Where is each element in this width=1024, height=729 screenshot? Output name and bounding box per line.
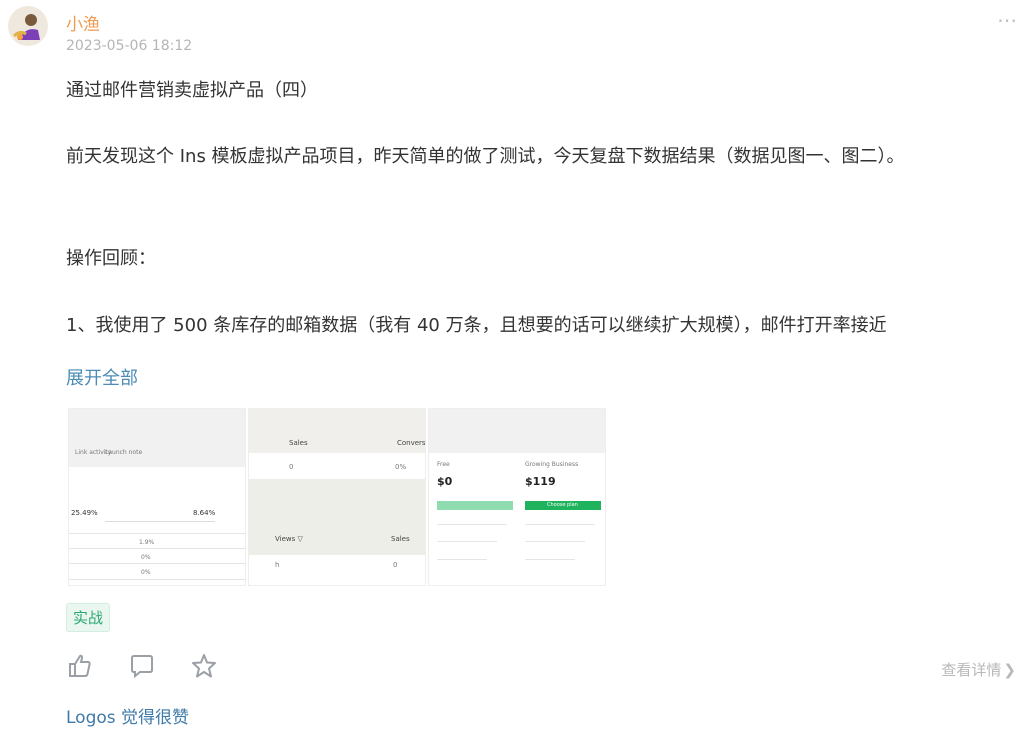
thumb1-stat-1: 25.49% xyxy=(71,509,98,517)
thumb2-label-6: Sales xyxy=(391,535,410,543)
thumb2-label-8: 0 xyxy=(393,561,398,569)
thumb2-label-5: Views ▽ xyxy=(275,535,303,543)
more-options-icon[interactable]: ⋯ xyxy=(997,8,1018,32)
thumb2-label-3: 0 xyxy=(289,463,294,471)
expand-all-link[interactable]: 展开全部 xyxy=(66,364,138,390)
thumb1-stat-5: 0% xyxy=(141,569,151,576)
thumb2-label-2: Conversi xyxy=(397,439,426,447)
thumb1-label-2: Launch note xyxy=(105,449,143,456)
thumbnail-3[interactable]: Free $0 Growing Business $119 Choose pla… xyxy=(428,408,606,586)
post-actions xyxy=(66,652,218,680)
post-paragraph-3: 1、我使用了 500 条库存的邮箱数据（我有 40 万条，且想要的话可以继续扩大… xyxy=(66,315,887,336)
post-paragraph-2: 操作回顾： xyxy=(66,248,156,269)
thumb2-label-7: h xyxy=(275,561,280,569)
avatar[interactable] xyxy=(8,6,48,46)
image-thumbnails: Link activity Launch note 25.49% 8.64% 1… xyxy=(68,408,606,586)
topic-tag[interactable]: 实战 xyxy=(66,603,111,632)
thumb2-label-1: Sales xyxy=(289,439,308,447)
author-name[interactable]: 小渔 xyxy=(66,10,100,35)
thumb3-label-3: Growing Business xyxy=(525,461,579,468)
thumb3-label-2: $0 xyxy=(437,475,453,488)
thumbnail-1[interactable]: Link activity Launch note 25.49% 8.64% 1… xyxy=(68,408,246,586)
thumb1-stat-4: 0% xyxy=(141,554,151,561)
thumbs-up-icon[interactable] xyxy=(66,652,94,680)
likes-summary[interactable]: Logos 觉得很赞 xyxy=(66,703,189,728)
thumb3-label-1: Free xyxy=(437,461,450,468)
thumb1-stat-3: 1.9% xyxy=(139,539,155,546)
thumb2-label-4: 0% xyxy=(395,463,407,471)
view-details-link[interactable]: 查看详情 ❯ xyxy=(941,659,1016,680)
star-icon[interactable] xyxy=(190,652,218,680)
thumbnail-2[interactable]: Sales Conversi 0 0% Views ▽ Sales h 0 xyxy=(248,408,426,586)
view-details-label: 查看详情 xyxy=(941,661,1002,679)
thumb3-button-label: Choose plan xyxy=(547,502,578,508)
comment-icon[interactable] xyxy=(128,652,156,680)
post-title: 通过邮件营销卖虚拟产品（四） xyxy=(66,80,318,101)
thumb3-label-4: $119 xyxy=(525,475,556,488)
post-timestamp: 2023-05-06 18:12 xyxy=(66,38,193,54)
thumb1-stat-2: 8.64% xyxy=(193,509,216,517)
post-paragraph-1: 前天发现这个 Ins 模板虚拟产品项目，昨天简单的做了测试，今天复盘下数据结果（… xyxy=(66,146,905,167)
chevron-right-icon: ❯ xyxy=(1003,661,1016,679)
